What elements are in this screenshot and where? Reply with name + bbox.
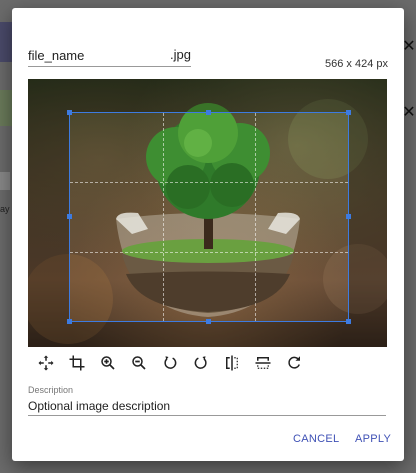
- crop-guide-line: [70, 182, 348, 184]
- flip-horizontal-icon: [225, 355, 238, 371]
- flip-horizontal-button[interactable]: [216, 352, 247, 374]
- image-dimensions: 566 x 424 px: [325, 58, 388, 70]
- background-thumbnail: [0, 90, 12, 126]
- crop-handle-se[interactable]: [346, 319, 351, 324]
- crop-handle-w[interactable]: [67, 214, 72, 219]
- reset-icon: [287, 356, 300, 369]
- crop-guide-line: [162, 113, 164, 321]
- file-name-input[interactable]: [28, 46, 148, 64]
- file-extension: .jpg: [170, 47, 191, 62]
- description-label: Description: [28, 385, 74, 395]
- rotate-right-button[interactable]: [185, 352, 216, 374]
- zoom-out-icon: [131, 356, 146, 370]
- flip-vertical-button[interactable]: [247, 352, 278, 374]
- background-thumbnail: [0, 22, 12, 62]
- background-text: ay: [0, 204, 10, 214]
- flip-vertical-icon: [255, 357, 270, 369]
- crop-handle-ne[interactable]: [346, 110, 351, 115]
- crop-handle-sw[interactable]: [67, 319, 72, 324]
- crop-selection[interactable]: [67, 110, 351, 324]
- image-editor-dialog: .jpg 566 x 424 px: [12, 8, 404, 461]
- crop-handle-n[interactable]: [206, 110, 211, 115]
- crop-handle-e[interactable]: [346, 214, 351, 219]
- zoom-in-button[interactable]: [92, 352, 123, 374]
- crop-guide-line: [255, 113, 257, 321]
- rotate-right-icon: [194, 356, 207, 369]
- background-control: [0, 172, 10, 190]
- move-button[interactable]: [30, 352, 61, 374]
- apply-button[interactable]: APPLY: [355, 433, 391, 445]
- reset-button[interactable]: [278, 352, 309, 374]
- move-icon: [38, 355, 53, 371]
- crop-icon: [69, 355, 84, 371]
- crop-handle-nw[interactable]: [67, 110, 72, 115]
- image-canvas[interactable]: [28, 79, 387, 347]
- background-close-icon: ✕: [402, 104, 416, 121]
- rotate-left-button[interactable]: [154, 352, 185, 374]
- description-input[interactable]: [28, 397, 386, 416]
- crop-guide-line: [70, 251, 348, 253]
- zoom-out-button[interactable]: [123, 352, 154, 374]
- file-name-field: .jpg: [28, 46, 191, 67]
- rotate-left-icon: [163, 356, 176, 369]
- crop-button[interactable]: [61, 352, 92, 374]
- editor-toolbar: [30, 352, 309, 374]
- background-close-icon: ✕: [402, 38, 416, 55]
- cancel-button[interactable]: CANCEL: [293, 433, 339, 445]
- crop-handle-s[interactable]: [206, 319, 211, 324]
- zoom-in-icon: [100, 356, 115, 370]
